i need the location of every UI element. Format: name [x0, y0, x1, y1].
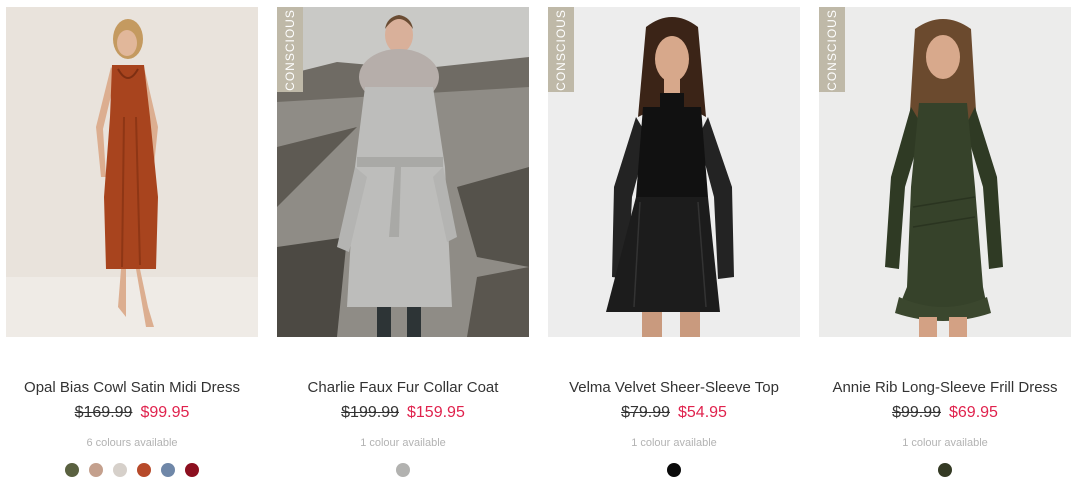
- product-card-charlie-coat: CONSCIOUS Charlie Faux Fur Collar Coat $…: [277, 7, 529, 477]
- original-price: $199.99: [341, 404, 399, 421]
- product-image[interactable]: CONSCIOUS: [548, 7, 800, 337]
- swatch-rust[interactable]: [137, 463, 151, 477]
- conscious-badge: CONSCIOUS: [548, 7, 574, 92]
- sale-price: $159.95: [407, 404, 465, 421]
- colours-available: 1 colour available: [360, 437, 446, 449]
- product-card-annie-dress: CONSCIOUS Annie Rib Long-Sleeve Frill Dr…: [819, 7, 1071, 477]
- swatch-taupe[interactable]: [89, 463, 103, 477]
- conscious-badge: CONSCIOUS: [819, 7, 845, 92]
- colour-swatches: [819, 463, 1071, 477]
- colours-available: 6 colours available: [86, 437, 178, 449]
- colours-available: 1 colour available: [631, 437, 717, 449]
- swatch-black[interactable]: [667, 463, 681, 477]
- product-grid: Opal Bias Cowl Satin Midi Dress $169.99 $…: [0, 0, 1080, 491]
- product-image[interactable]: [6, 7, 258, 337]
- colour-swatches: [548, 463, 800, 477]
- original-price: $169.99: [74, 404, 133, 421]
- product-name[interactable]: Charlie Faux Fur Collar Coat: [267, 379, 539, 396]
- product-name[interactable]: Annie Rib Long-Sleeve Frill Dress: [809, 379, 1080, 396]
- conscious-badge: CONSCIOUS: [277, 7, 303, 92]
- sale-price: $54.95: [678, 404, 727, 421]
- original-price: $79.99: [621, 404, 670, 421]
- colour-swatches: [277, 463, 529, 477]
- sale-price: $69.95: [949, 404, 998, 421]
- original-price: $99.99: [892, 404, 941, 421]
- swatch-burgundy[interactable]: [185, 463, 199, 477]
- swatch-blue[interactable]: [161, 463, 175, 477]
- product-image[interactable]: CONSCIOUS: [277, 7, 529, 337]
- swatch-khaki[interactable]: [938, 463, 952, 477]
- product-card-opal-dress: Opal Bias Cowl Satin Midi Dress $169.99 $…: [6, 7, 258, 477]
- swatch-grey[interactable]: [396, 463, 410, 477]
- sale-price: $99.95: [140, 404, 190, 421]
- product-card-velma-top: CONSCIOUS Velma Velvet Sheer-Sleeve Top …: [548, 7, 800, 477]
- product-price: $79.99 $54.95: [548, 404, 800, 422]
- swatch-olive[interactable]: [65, 463, 79, 477]
- colours-available: 1 colour available: [902, 437, 988, 449]
- product-price: $99.99 $69.95: [819, 404, 1071, 422]
- product-price: $169.99 $99.95: [6, 404, 258, 422]
- product-name[interactable]: Velma Velvet Sheer-Sleeve Top: [538, 379, 810, 396]
- product-price: $199.99 $159.95: [277, 404, 529, 422]
- product-image[interactable]: CONSCIOUS: [819, 7, 1071, 337]
- colour-swatches: [6, 463, 258, 477]
- swatch-stone[interactable]: [113, 463, 127, 477]
- product-name[interactable]: Opal Bias Cowl Satin Midi Dress: [0, 379, 268, 396]
